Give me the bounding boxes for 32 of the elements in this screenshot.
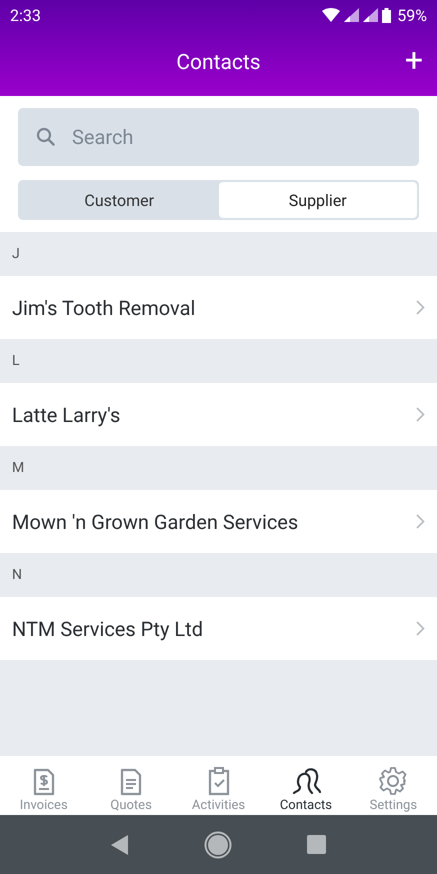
back-icon[interactable] [111,834,129,854]
signal-icon [344,8,360,22]
contact-row[interactable]: Mown 'n Grown Garden Services [0,490,437,553]
status-time: 2:33 [10,6,41,24]
battery-percentage: 59% [397,6,427,24]
battery-icon [382,8,392,22]
page-title: Contacts [176,51,261,75]
section-letter: L [12,353,20,369]
tab-bar-item[interactable]: Contacts [262,756,350,815]
chevron-icon [416,621,425,636]
contact-row[interactable]: NTM Services Pty Ltd [0,597,437,660]
chevron-icon [416,514,425,529]
search-field[interactable]: Search [18,108,419,166]
chevron-icon [416,300,425,315]
settings-icon [378,766,408,796]
section-letter: J [12,246,20,262]
wifi-icon [322,8,340,22]
contact-row[interactable]: Jim's Tooth Removal [0,276,437,339]
section-letter: M [12,460,24,476]
segment-tab[interactable]: Supplier [218,182,417,218]
add-button[interactable]: + [402,44,425,76]
contact-row[interactable]: Latte Larry's [0,383,437,446]
clipboard-check-icon [206,766,231,796]
people-icon [290,766,321,796]
section-letter: N [12,567,22,583]
chevron-icon [416,407,425,422]
home-icon[interactable] [204,830,232,858]
segment-tab[interactable]: Customer [20,182,218,218]
invoice-icon [32,768,56,796]
search-icon [36,127,56,147]
signal-icon [363,8,378,22]
document-icon [119,768,144,796]
